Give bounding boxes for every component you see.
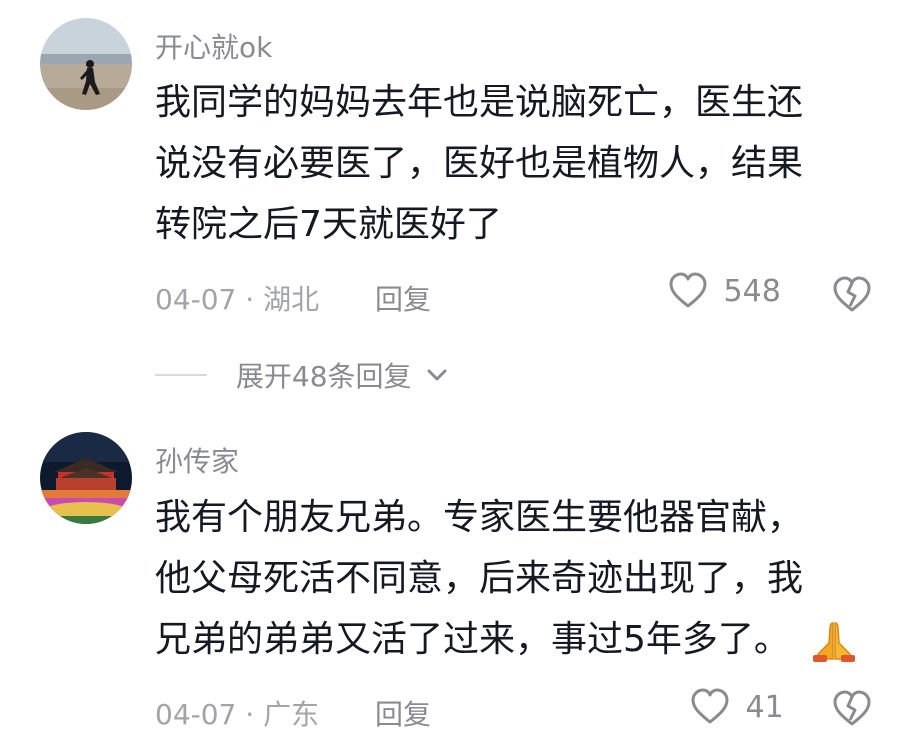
username[interactable]: 孙传家 [155,440,239,480]
comment-line: 他父母死活不同意，后来奇迹出现了，我 [155,558,804,599]
comment-text: 我同学的妈妈去年也是说脑死亡，医生还 说没有必要医了，医好也是植物人，结果 转院… [155,72,875,255]
expand-replies-label: 展开48条回复 [235,360,412,393]
like-count: 41 [745,689,784,725]
comment-meta: 04-07 · 湖北 回复 [155,278,431,318]
comment-text: 我有个朋友兄弟。专家医生要他器官献， 他父母死活不同意，后来奇迹出现了，我 兄弟… [155,487,875,670]
heart-icon [669,272,707,308]
date-location: 04-07 · 广东 [155,698,320,731]
reply-button[interactable]: 回复 [375,278,431,318]
divider-line [155,374,207,376]
comment-line: 我有个朋友兄弟。专家医生要他器官献， [155,497,804,538]
date-location: 04-07 · 湖北 [155,283,320,316]
praying-hands-icon [813,622,856,662]
comment-line: 兄弟的弟弟又活了过来，事过5年多了。 [155,619,790,660]
comment-line-with-emoji: 兄弟的弟弟又活了过来，事过5年多了。 [155,609,875,670]
heart-icon [691,688,729,724]
avatar[interactable] [40,432,132,524]
avatar[interactable] [40,18,132,110]
comment-meta: 04-07 · 广东 回复 [155,693,431,733]
like-button[interactable]: 41 [690,688,784,726]
dislike-button[interactable] [832,276,872,318]
comment-line: 说没有必要医了，医好也是植物人，结果 [155,143,804,184]
avatar-beach-runner-image [40,18,132,110]
broken-heart-icon [833,690,871,726]
username[interactable]: 开心就ok [155,26,272,66]
chevron-down-icon [427,369,447,381]
like-count: 548 [723,273,781,309]
dislike-button[interactable] [832,690,872,732]
avatar-tiananmen-image [40,432,132,524]
comment-line: 我同学的妈妈去年也是说脑死亡，医生还 [155,82,804,123]
broken-heart-icon [833,276,871,312]
expand-replies-button[interactable]: 展开48条回复 [155,355,448,393]
reply-button[interactable]: 回复 [375,693,431,733]
comment-line: 转院之后7天就医好了 [155,204,502,245]
like-button[interactable]: 548 [668,272,781,310]
